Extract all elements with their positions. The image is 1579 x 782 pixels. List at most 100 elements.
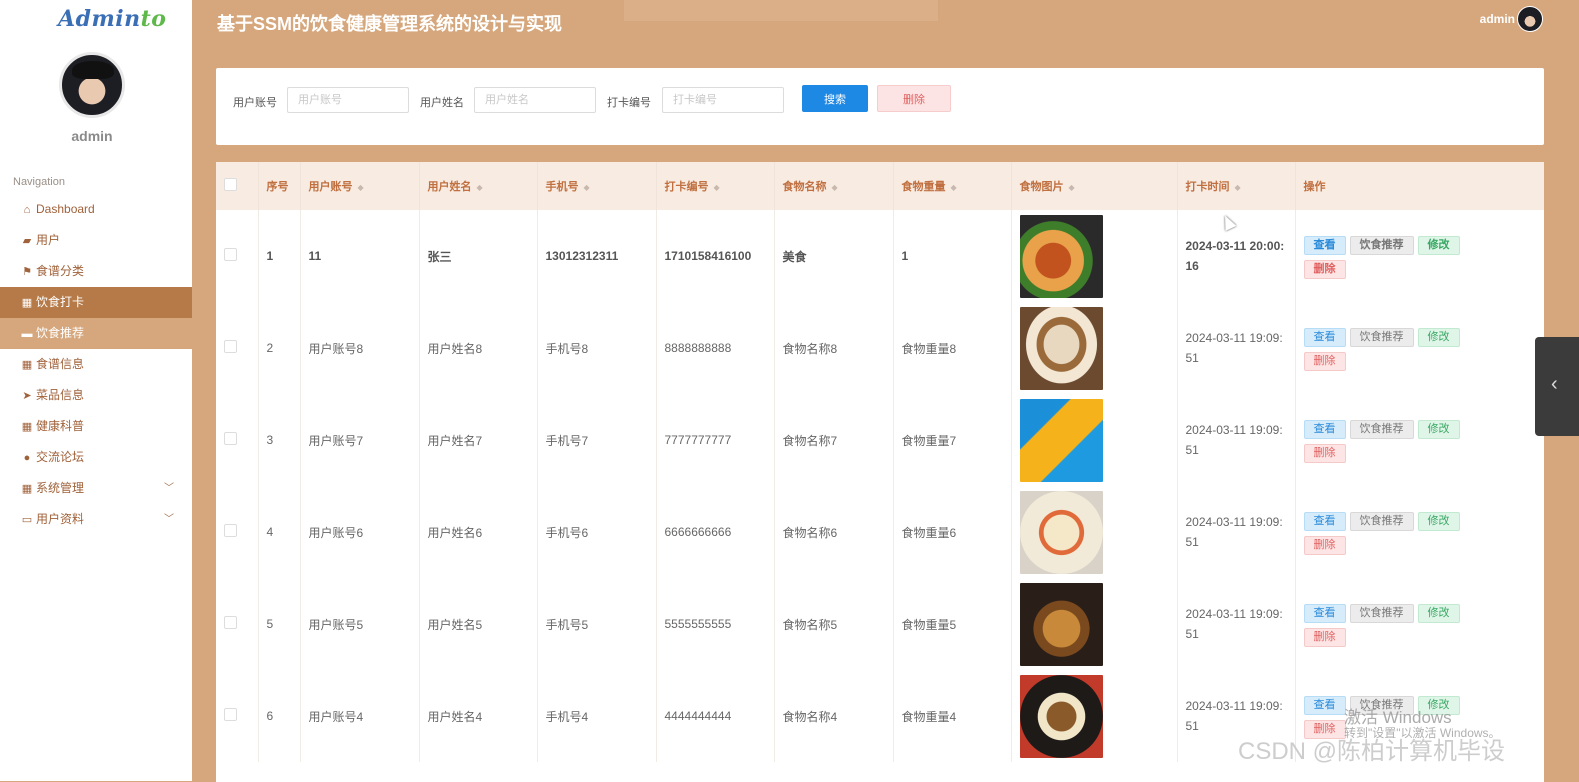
row-checkbox[interactable]: [224, 432, 237, 445]
avatar[interactable]: [59, 52, 125, 118]
view-button[interactable]: 查看: [1303, 328, 1346, 347]
sidebar-item-dish-info[interactable]: ➤ 菜品信息: [0, 380, 192, 411]
col-header-name[interactable]: 用户姓名 ◆: [419, 162, 538, 210]
sidebar-item-forum[interactable]: ● 交流论坛: [0, 442, 192, 473]
cell-image: [1011, 486, 1178, 578]
cell-actions: 查看 饮食推荐 修改 删除: [1295, 394, 1544, 486]
delete-button[interactable]: 删除: [1303, 536, 1346, 555]
sidebar-item-diet-checkin[interactable]: ▦ 饮食打卡: [0, 287, 192, 318]
sidebar-item-diet-recommend[interactable]: ▬ 饮食推荐: [0, 318, 192, 349]
col-header-account[interactable]: 用户账号 ◆: [300, 162, 420, 210]
chevron-down-icon: ﹀: [164, 483, 174, 494]
select-all-checkbox[interactable]: [224, 178, 237, 191]
cell-account: 用户账号7: [300, 394, 420, 486]
food-image[interactable]: [1019, 674, 1103, 758]
diet-recommend-button[interactable]: 饮食推荐: [1349, 236, 1414, 255]
food-image[interactable]: [1019, 490, 1103, 574]
view-button[interactable]: 查看: [1303, 696, 1346, 715]
checkin-number: 8888888888: [664, 341, 732, 355]
col-header-no: 序号: [258, 162, 301, 210]
chevron-left-icon: ‹: [1551, 373, 1558, 395]
app-logo[interactable]: Adminto: [58, 6, 166, 32]
header-username[interactable]: admin: [1480, 12, 1515, 26]
cell-weight: 1: [893, 210, 1012, 302]
col-header-food-weight[interactable]: 食物重量 ◆: [893, 162, 1012, 210]
col-header-checkin-time[interactable]: 打卡时间 ◆: [1177, 162, 1296, 210]
user-account: 用户账号5: [308, 617, 364, 632]
col-header-checkin[interactable]: 打卡编号 ◆: [656, 162, 775, 210]
phone-number: 手机号6: [545, 525, 589, 540]
food-image[interactable]: [1019, 582, 1103, 666]
row-checkbox[interactable]: [224, 524, 237, 537]
diet-recommend-button[interactable]: 饮食推荐: [1349, 512, 1414, 531]
row-checkbox[interactable]: [224, 248, 237, 261]
search-button[interactable]: 搜索: [802, 85, 868, 112]
cell-image: [1011, 302, 1178, 394]
edit-button[interactable]: 修改: [1417, 604, 1460, 623]
row-number: 3: [266, 433, 274, 447]
sidebar: Adminto admin Navigation ⌂ Dashboard ▰ 用户 …: [0, 0, 192, 781]
name-search-input[interactable]: [474, 87, 596, 113]
view-button[interactable]: 查看: [1303, 604, 1346, 623]
sidebar-item-user-profile[interactable]: ▭ 用户资料 ﹀: [0, 504, 192, 535]
cell-image: [1011, 210, 1178, 302]
diet-recommend-button[interactable]: 饮食推荐: [1349, 328, 1414, 347]
card-icon: ▭: [21, 514, 33, 526]
cell-no: 1: [258, 210, 301, 302]
checkin-search-input[interactable]: [662, 87, 784, 113]
sidebar-item-system-management[interactable]: ▦ 系统管理 ﹀: [0, 473, 192, 504]
col-header-phone[interactable]: 手机号 ◆: [537, 162, 657, 210]
cell-phone: 手机号4: [537, 670, 657, 762]
food-image[interactable]: [1019, 214, 1103, 298]
user-name: 用户姓名7: [427, 433, 483, 448]
cell-phone: 手机号6: [537, 486, 657, 578]
food-image[interactable]: [1019, 306, 1103, 390]
cell-actions: 查看 饮食推荐 修改 删除: [1295, 302, 1544, 394]
food-weight: 食物重量7: [901, 433, 957, 448]
sidebar-item-dashboard[interactable]: ⌂ Dashboard: [0, 194, 192, 225]
view-button[interactable]: 查看: [1303, 420, 1346, 439]
header-avatar[interactable]: [1517, 6, 1543, 32]
view-button[interactable]: 查看: [1303, 512, 1346, 531]
edit-button[interactable]: 修改: [1417, 420, 1460, 439]
food-image[interactable]: [1019, 398, 1103, 482]
cell-account: 用户账号4: [300, 670, 420, 762]
cell-actions: 查看 饮食推荐 修改 删除: [1295, 210, 1544, 302]
sidebar-item-recipe-category[interactable]: ⚑ 食谱分类: [0, 256, 192, 287]
cell-food: 食物名称5: [774, 578, 894, 670]
row-checkbox-cell: [216, 394, 259, 486]
col-header-food-image[interactable]: 食物图片 ◆: [1011, 162, 1178, 210]
delete-button[interactable]: 删除: [1303, 444, 1346, 463]
edit-button[interactable]: 修改: [1417, 512, 1460, 531]
sidebar-item-user[interactable]: ▰ 用户: [0, 225, 192, 256]
account-search-input[interactable]: [287, 87, 409, 113]
sidebar-item-recipe-info[interactable]: ▦ 食谱信息: [0, 349, 192, 380]
diet-recommend-button[interactable]: 饮食推荐: [1349, 420, 1414, 439]
cell-checkin: 7777777777: [656, 394, 775, 486]
delete-button[interactable]: 删除: [1303, 628, 1346, 647]
row-checkbox[interactable]: [224, 708, 237, 721]
table-row: 2 用户账号8 用户姓名8 手机号8 8888888888 食物名称8 食物重量8 2024-…: [216, 302, 1544, 394]
search-panel: 用户账号 用户姓名 打卡编号 搜索 删除: [216, 68, 1544, 145]
delete-button[interactable]: 删除: [1303, 352, 1346, 371]
cell-image: [1011, 670, 1178, 762]
checkin-time: 2024-03-11 20:00:16: [1185, 239, 1285, 273]
user-name: 用户姓名5: [427, 617, 483, 632]
food-weight: 食物重量6: [901, 525, 957, 540]
checkin-number: 1710158416100: [664, 249, 752, 263]
checkin-time: 2024-03-11 19:09:51: [1185, 331, 1283, 365]
row-checkbox[interactable]: [224, 340, 237, 353]
row-checkbox[interactable]: [224, 616, 237, 629]
panel-toggle-button[interactable]: ‹: [1535, 337, 1579, 436]
cell-weight: 食物重量6: [893, 486, 1012, 578]
batch-delete-button[interactable]: 删除: [877, 85, 951, 112]
edit-button[interactable]: 修改: [1417, 236, 1460, 255]
view-button[interactable]: 查看: [1303, 236, 1346, 255]
cell-name: 张三: [419, 210, 538, 302]
user-name: 用户姓名6: [427, 525, 483, 540]
col-header-food-name[interactable]: 食物名称 ◆: [774, 162, 894, 210]
delete-button[interactable]: 删除: [1303, 260, 1346, 279]
diet-recommend-button[interactable]: 饮食推荐: [1349, 604, 1414, 623]
edit-button[interactable]: 修改: [1417, 328, 1460, 347]
sidebar-item-health-science[interactable]: ▦ 健康科普: [0, 411, 192, 442]
